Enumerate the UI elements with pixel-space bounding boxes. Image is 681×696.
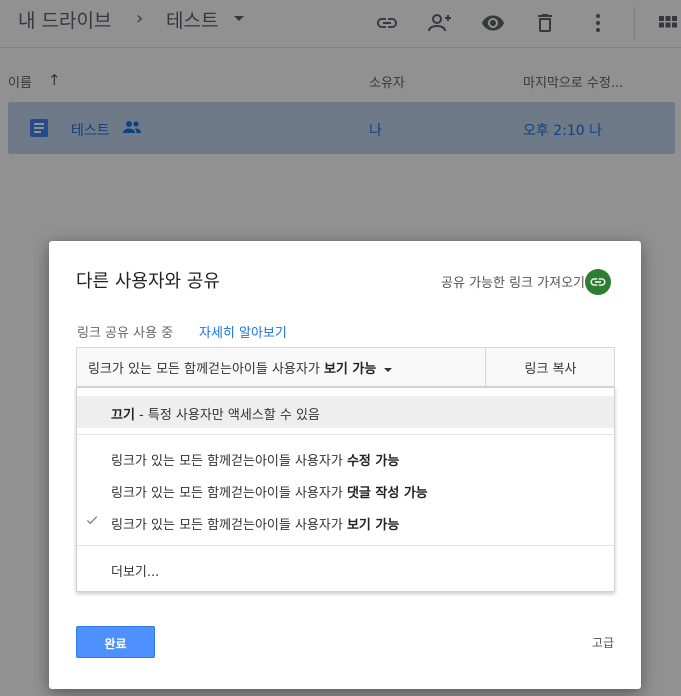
menu-item-level: 보기 가능 xyxy=(346,518,400,533)
menu-item-can-view[interactable]: 링크가 있는 모든 함께걷는아이들 사용자가 보기 가능 xyxy=(77,506,614,538)
menu-item-prefix: 링크가 있는 모든 함께걷는아이들 사용자가 xyxy=(111,518,347,533)
permission-menu: 끄기 - 특정 사용자만 액세스할 수 있음 링크가 있는 모든 함께걷는아이들… xyxy=(76,387,615,592)
dropdown-caret-icon xyxy=(384,367,393,372)
dialog-title: 다른 사용자와 공유 xyxy=(76,271,220,292)
menu-item-level: 댓글 작성 가능 xyxy=(346,486,428,501)
menu-item-can-comment[interactable]: 링크가 있는 모든 함께걷는아이들 사용자가 댓글 작성 가능 xyxy=(77,474,614,506)
permission-prefix: 링크가 있는 모든 함께걷는아이들 사용자가 xyxy=(88,362,324,377)
menu-separator xyxy=(77,545,614,546)
link-settings-row: 링크가 있는 모든 함께걷는아이들 사용자가 보기 가능 링크 복사 xyxy=(76,347,615,387)
menu-item-off-desc: - 특정 사용자만 액세스할 수 있음 xyxy=(134,408,320,423)
menu-item-can-edit[interactable]: 링크가 있는 모든 함께걷는아이들 사용자가 수정 가능 xyxy=(77,442,614,474)
menu-item-prefix: 링크가 있는 모든 함께걷는아이들 사용자가 xyxy=(111,454,347,469)
get-shareable-link[interactable]: 공유 가능한 링크 가져오기 xyxy=(441,272,585,291)
learn-more-link[interactable]: 자세히 알아보기 xyxy=(199,322,287,341)
menu-item-level: 수정 가능 xyxy=(346,454,400,469)
menu-item-off-label: 끄기 xyxy=(111,408,135,423)
menu-separator xyxy=(77,434,614,435)
menu-item-prefix: 링크가 있는 모든 함께걷는아이들 사용자가 xyxy=(111,486,347,501)
advanced-link[interactable]: 고급 xyxy=(592,634,614,651)
done-button[interactable]: 완료 xyxy=(76,626,155,658)
link-icon[interactable] xyxy=(585,269,611,295)
copy-link-button[interactable]: 링크 복사 xyxy=(486,348,615,386)
check-icon xyxy=(85,513,99,531)
link-sharing-status: 링크 공유 사용 중 xyxy=(77,326,174,341)
permission-level: 보기 가능 xyxy=(323,362,377,377)
share-dialog: 다른 사용자와 공유 공유 가능한 링크 가져오기 링크 공유 사용 중 자세히… xyxy=(49,241,641,689)
menu-item-more[interactable]: 더보기... xyxy=(77,553,614,585)
permission-dropdown[interactable]: 링크가 있는 모든 함께걷는아이들 사용자가 보기 가능 xyxy=(77,348,486,386)
menu-item-off[interactable]: 끄기 - 특정 사용자만 액세스할 수 있음 xyxy=(77,396,614,428)
